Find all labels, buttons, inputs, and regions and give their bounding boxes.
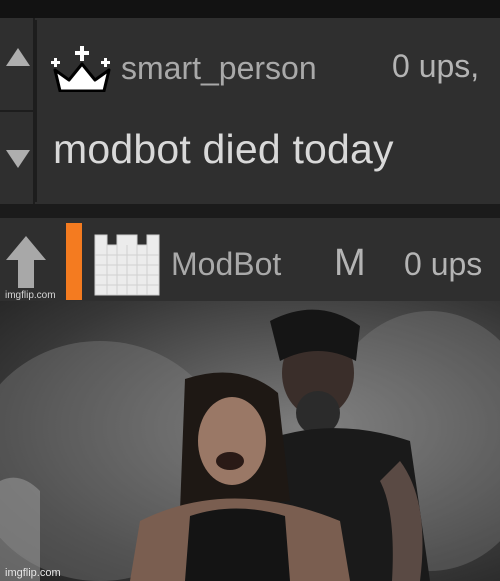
downvote-arrow-icon[interactable]: [6, 150, 30, 168]
meme-figures: [0, 309, 500, 581]
comment-content: smart_person 0 ups, modbot died today: [35, 20, 500, 202]
reply-row: imgflip.com ModBot M 0 ups: [0, 218, 500, 301]
mod-highlight-bar: [66, 223, 82, 300]
reply-username[interactable]: ModBot: [171, 246, 281, 283]
separator: [0, 204, 500, 218]
upvote-arrow-icon[interactable]: [4, 234, 48, 290]
meme-photo: imgflip.com: [0, 301, 500, 581]
top-bar: [0, 0, 500, 18]
comment-username[interactable]: smart_person: [121, 50, 317, 87]
crown-icon: [51, 46, 111, 92]
reply-ups: 0 ups: [404, 246, 483, 282]
comment-ups: 0 ups,: [392, 48, 480, 84]
mod-badge: M: [334, 242, 366, 284]
vote-divider: [0, 110, 33, 112]
tower-icon: [94, 234, 160, 296]
comment-row: smart_person 0 ups, modbot died today: [0, 18, 500, 204]
vote-column: [0, 18, 35, 204]
comment-text: modbot died today: [53, 126, 394, 172]
upvote-arrow-icon[interactable]: [6, 48, 30, 66]
watermark-top: imgflip.com: [5, 290, 56, 301]
watermark-bottom: imgflip.com: [5, 567, 61, 579]
